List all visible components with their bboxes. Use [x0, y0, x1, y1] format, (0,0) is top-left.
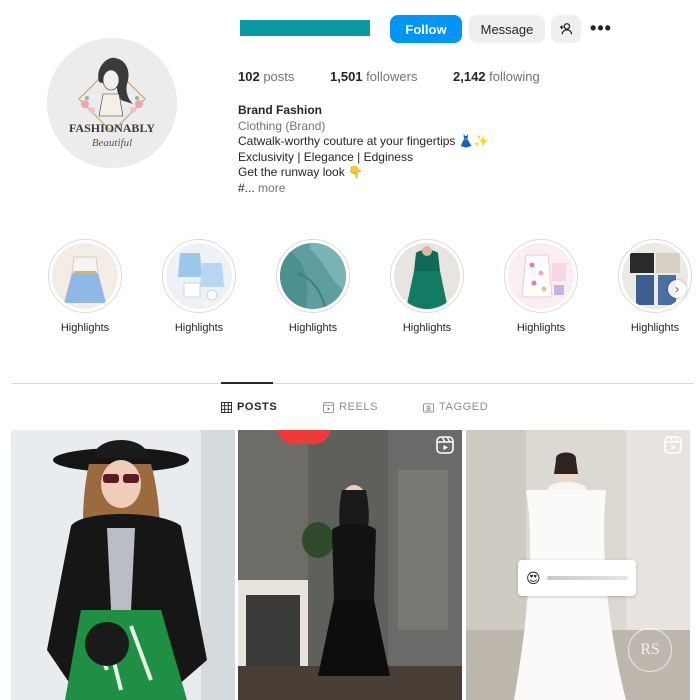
highlight-label: Highlights [516, 322, 566, 334]
posts-count-label: posts [263, 69, 295, 84]
highlight-item[interactable]: Highlights [275, 239, 351, 334]
highlight-cover [390, 239, 464, 313]
highlight-cover [48, 239, 122, 313]
highlight-cover [618, 239, 692, 313]
tab-tagged-label: TAGGED [439, 401, 489, 413]
add-person-icon [559, 23, 573, 35]
bio-line: Exclusivity | Elegance | Edginess [238, 149, 413, 164]
post-thumbnail[interactable] [238, 430, 462, 700]
post-thumbnail[interactable] [11, 430, 235, 700]
tab-posts-label: POSTS [237, 401, 278, 413]
tabs-divider [11, 383, 694, 384]
profile-name: Brand Fashion [238, 103, 323, 117]
profile-category: Clothing (Brand) [238, 118, 326, 133]
heart-eyes-icon: 😍 [526, 569, 541, 586]
emoji-slider-sticker: 😍 [518, 560, 636, 596]
chevron-right-icon[interactable]: › [668, 280, 686, 298]
reel-icon [436, 436, 454, 454]
highlight-label: Highlights [630, 322, 680, 334]
suggested-accounts-button[interactable] [551, 15, 581, 43]
highlight-label: Highlights [288, 322, 338, 334]
highlight-item[interactable]: Highlights [161, 239, 237, 334]
watermark-logo: RS [628, 628, 672, 672]
brand-logo: FASHIONABLY Beautiful [47, 38, 177, 168]
tab-posts[interactable]: POSTS [221, 401, 277, 413]
reels-icon [323, 401, 334, 413]
highlight-label: Highlights [402, 322, 452, 334]
grid-icon [221, 401, 232, 413]
svg-text:FASHIONABLY: FASHIONABLY [69, 121, 155, 135]
tagged-icon [423, 402, 434, 413]
profile-avatar[interactable]: FASHIONABLY Beautiful [47, 38, 177, 168]
slider-track [546, 576, 628, 580]
svg-text:Beautiful: Beautiful [92, 137, 132, 149]
username-redacted [240, 20, 370, 36]
followers-link[interactable]: 1,501 followers [330, 69, 417, 84]
highlight-item[interactable]: Highlights [389, 239, 465, 334]
highlight-image [394, 243, 460, 309]
highlight-image [508, 243, 574, 309]
posts-count-value: 102 [238, 69, 260, 84]
reel-icon [664, 436, 682, 454]
bio-line-truncated: #... more [238, 181, 489, 197]
highlight-image [52, 243, 118, 309]
profile-bio: Brand Fashion Clothing (Brand) Catwalk-w… [238, 103, 489, 196]
followers-count-label: followers [366, 69, 418, 84]
tab-reels[interactable]: REELS [323, 401, 378, 413]
following-count-label: following [489, 69, 540, 84]
bio-line: Get the runway look 👇 [238, 165, 363, 179]
message-button[interactable]: Message [469, 15, 545, 43]
highlight-image [622, 243, 688, 309]
highlight-image [280, 243, 346, 309]
highlight-image [166, 243, 232, 309]
tab-active-indicator [221, 382, 273, 384]
highlight-label: Highlights [60, 322, 110, 334]
post-image [238, 430, 462, 700]
followers-count-value: 1,501 [330, 69, 363, 84]
tab-reels-label: REELS [339, 401, 379, 413]
more-options-button[interactable]: ••• [588, 14, 614, 42]
highlight-cover [276, 239, 350, 313]
highlight-cover [504, 239, 578, 313]
following-link[interactable]: 2,142 following [453, 69, 540, 84]
bio-line: Catwalk-worthy couture at your fingertip… [238, 134, 489, 148]
highlight-label: Highlights [174, 322, 224, 334]
posts-count: 102 posts [238, 69, 294, 84]
highlight-cover [162, 239, 236, 313]
bio-hashtag-truncated: #... [238, 180, 255, 195]
highlight-item[interactable]: Highlights [503, 239, 579, 334]
tab-tagged[interactable]: TAGGED [423, 401, 488, 413]
post-image [11, 430, 235, 700]
follow-button[interactable]: Follow [390, 15, 462, 43]
bio-more-link[interactable]: more [258, 181, 285, 195]
following-count-value: 2,142 [453, 69, 486, 84]
highlight-item[interactable]: Highlights [47, 239, 123, 334]
post-thumbnail[interactable]: 😍 RS [466, 430, 690, 700]
